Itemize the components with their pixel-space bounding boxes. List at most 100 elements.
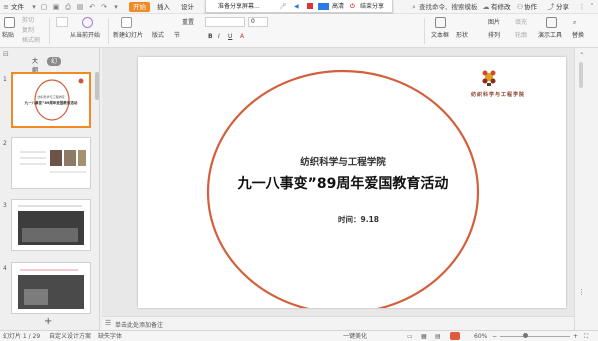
- zoom-level[interactable]: 60%: [474, 332, 487, 341]
- slide-time[interactable]: 时间：9.18: [338, 214, 379, 225]
- reading-view-icon[interactable]: ▤: [435, 332, 441, 341]
- picture-button[interactable]: 图片: [488, 19, 500, 27]
- chevron-up-icon[interactable]: ˄: [588, 3, 596, 11]
- search-icon: ⌕: [412, 3, 416, 11]
- zoom-in-icon[interactable]: +: [573, 332, 578, 341]
- file-menu[interactable]: 文件: [11, 2, 24, 12]
- format-painter-button[interactable]: 格式刷: [22, 37, 40, 45]
- slide-thumbnail-2[interactable]: [11, 137, 91, 189]
- thumbnail-preview: [18, 269, 84, 309]
- copy-button[interactable]: 复制: [22, 27, 34, 35]
- font-missing-status[interactable]: 缺失字体: [98, 332, 122, 341]
- speaker-icon[interactable]: ◀: [294, 2, 299, 11]
- tab-home[interactable]: 开始: [129, 2, 150, 12]
- thumbnail-preview: [20, 150, 86, 173]
- canvas-scrollbar[interactable]: [579, 62, 583, 88]
- school-logo-icon: [482, 70, 496, 86]
- print-icon[interactable]: ⎙: [64, 3, 72, 11]
- play-icon[interactable]: [82, 17, 93, 28]
- slide-number: 2: [3, 140, 7, 147]
- normal-view-icon[interactable]: ▭: [407, 332, 413, 341]
- textbox-button[interactable]: 文本框: [431, 32, 449, 40]
- hd-toggle[interactable]: 高清: [332, 2, 344, 11]
- chevron-down-icon[interactable]: ▾: [112, 3, 120, 11]
- school-name[interactable]: 纺织科学与工程学院: [268, 154, 418, 168]
- arrange-button[interactable]: 排列: [488, 32, 500, 40]
- add-slide-button[interactable]: +: [44, 316, 52, 327]
- new-slide-icon[interactable]: [121, 17, 132, 28]
- tab-outline[interactable]: 大纲: [28, 57, 42, 74]
- presentation-tools-button[interactable]: 演示工具: [538, 32, 562, 40]
- presentation-tools-icon[interactable]: [546, 17, 557, 28]
- hd-icon: [318, 3, 329, 10]
- more-icon[interactable]: ⋮: [578, 3, 586, 11]
- slide-title[interactable]: 九一八事变”89周年爱国教育活动: [208, 173, 478, 193]
- tab-slides[interactable]: 幻灯片: [47, 57, 62, 83]
- font-size-combo[interactable]: 0: [248, 17, 268, 27]
- modified-status[interactable]: 有修改: [491, 2, 511, 12]
- slide-thumbnail-4[interactable]: [11, 262, 91, 314]
- tab-design[interactable]: 设计: [181, 2, 194, 12]
- font-color-button[interactable]: A: [240, 33, 244, 41]
- redo-icon[interactable]: ↷: [100, 3, 108, 11]
- section-button[interactable]: 节: [174, 32, 180, 40]
- replace-button[interactable]: 替换: [572, 32, 584, 40]
- reset-button[interactable]: 重置: [182, 19, 194, 27]
- from-current-button[interactable]: 从当前开始: [70, 32, 100, 40]
- right-sidebar: ˄ ⋮: [574, 48, 598, 330]
- chevron-up-icon[interactable]: ˄: [580, 52, 584, 60]
- bold-button[interactable]: B: [208, 33, 213, 41]
- stop-icon[interactable]: [307, 3, 313, 9]
- zoom-out-icon[interactable]: −: [492, 332, 497, 341]
- italic-button[interactable]: I: [218, 33, 220, 41]
- notes-bar[interactable]: ☰ 单击此处添加备注: [102, 316, 574, 330]
- slide-thumbnail-1[interactable]: 纺织科学与工程学院 九一八事变”89周年爱国教育活动: [11, 72, 91, 128]
- zoom-slider-handle[interactable]: [523, 333, 528, 338]
- undo-icon[interactable]: ↶: [88, 3, 96, 11]
- logo-text: 纺织科学与工程学院: [471, 92, 526, 98]
- paste-button[interactable]: 粘贴: [2, 32, 14, 40]
- panel-scrollbar[interactable]: [95, 72, 99, 100]
- screen-share-bar: 准备分享屏幕... 🎤︎ ◀ 高清 ⏻ 结束分享: [205, 0, 393, 13]
- open-icon[interactable]: ▢: [40, 3, 48, 11]
- underline-button[interactable]: U: [228, 33, 232, 41]
- status-bar: 幻灯片 1 / 29 自定义设计方案 缺失字体 一键美化 ▭ ▦ ▤ 60% −…: [0, 330, 598, 341]
- command-search[interactable]: 查找命令、搜索模板: [419, 2, 478, 12]
- more-icon[interactable]: ⋮: [578, 288, 585, 296]
- notes-placeholder[interactable]: 单击此处添加备注: [115, 320, 163, 329]
- preview-icon[interactable]: ▤: [76, 3, 84, 11]
- style-combo[interactable]: [56, 17, 68, 27]
- end-share-button[interactable]: 结束分享: [360, 2, 384, 11]
- collab-icon: ⚇: [516, 3, 524, 11]
- outline-button[interactable]: 轮廓: [515, 32, 527, 40]
- find-icon[interactable]: ⌕: [573, 19, 576, 27]
- cut-button[interactable]: 剪切: [22, 17, 34, 25]
- share-button[interactable]: 分享: [556, 2, 569, 12]
- chevron-down-icon[interactable]: ▾: [30, 3, 38, 11]
- fit-window-icon[interactable]: ⛶: [584, 332, 588, 341]
- sorter-view-icon[interactable]: ▦: [421, 332, 427, 341]
- play-slideshow-icon[interactable]: [450, 332, 460, 340]
- tab-insert[interactable]: 插入: [157, 2, 170, 12]
- new-slide-button[interactable]: 新建幻灯片: [113, 32, 143, 40]
- layout-button[interactable]: 版式: [152, 32, 164, 40]
- share-status-text: 准备分享屏幕...: [218, 3, 260, 10]
- paste-icon[interactable]: [4, 17, 15, 28]
- zoom-slider[interactable]: [500, 336, 570, 337]
- textbox-icon[interactable]: [435, 17, 446, 28]
- collab-button[interactable]: 协作: [524, 2, 537, 12]
- collapse-icon[interactable]: ⊟: [3, 50, 9, 58]
- template-name[interactable]: 自定义设计方案: [49, 332, 91, 341]
- thumb-school: 纺织科学与工程学院: [37, 95, 65, 99]
- beautify-button[interactable]: 一键美化: [343, 332, 367, 341]
- save-icon[interactable]: ▣: [52, 3, 60, 11]
- slide-1[interactable]: 纺织科学与工程学院 纺织科学与工程学院 九一八事变”89周年爱国教育活动 时间：…: [138, 57, 566, 308]
- cloud-icon: ☁: [482, 3, 490, 11]
- font-combo[interactable]: [205, 17, 245, 27]
- mic-icon[interactable]: 🎤︎: [279, 2, 287, 11]
- shape-button[interactable]: 形状: [456, 32, 468, 40]
- menu-icon[interactable]: ≡: [2, 3, 10, 11]
- slide-thumbnail-3[interactable]: [11, 199, 91, 251]
- divider: [108, 18, 109, 44]
- fill-button[interactable]: 填充: [515, 19, 527, 27]
